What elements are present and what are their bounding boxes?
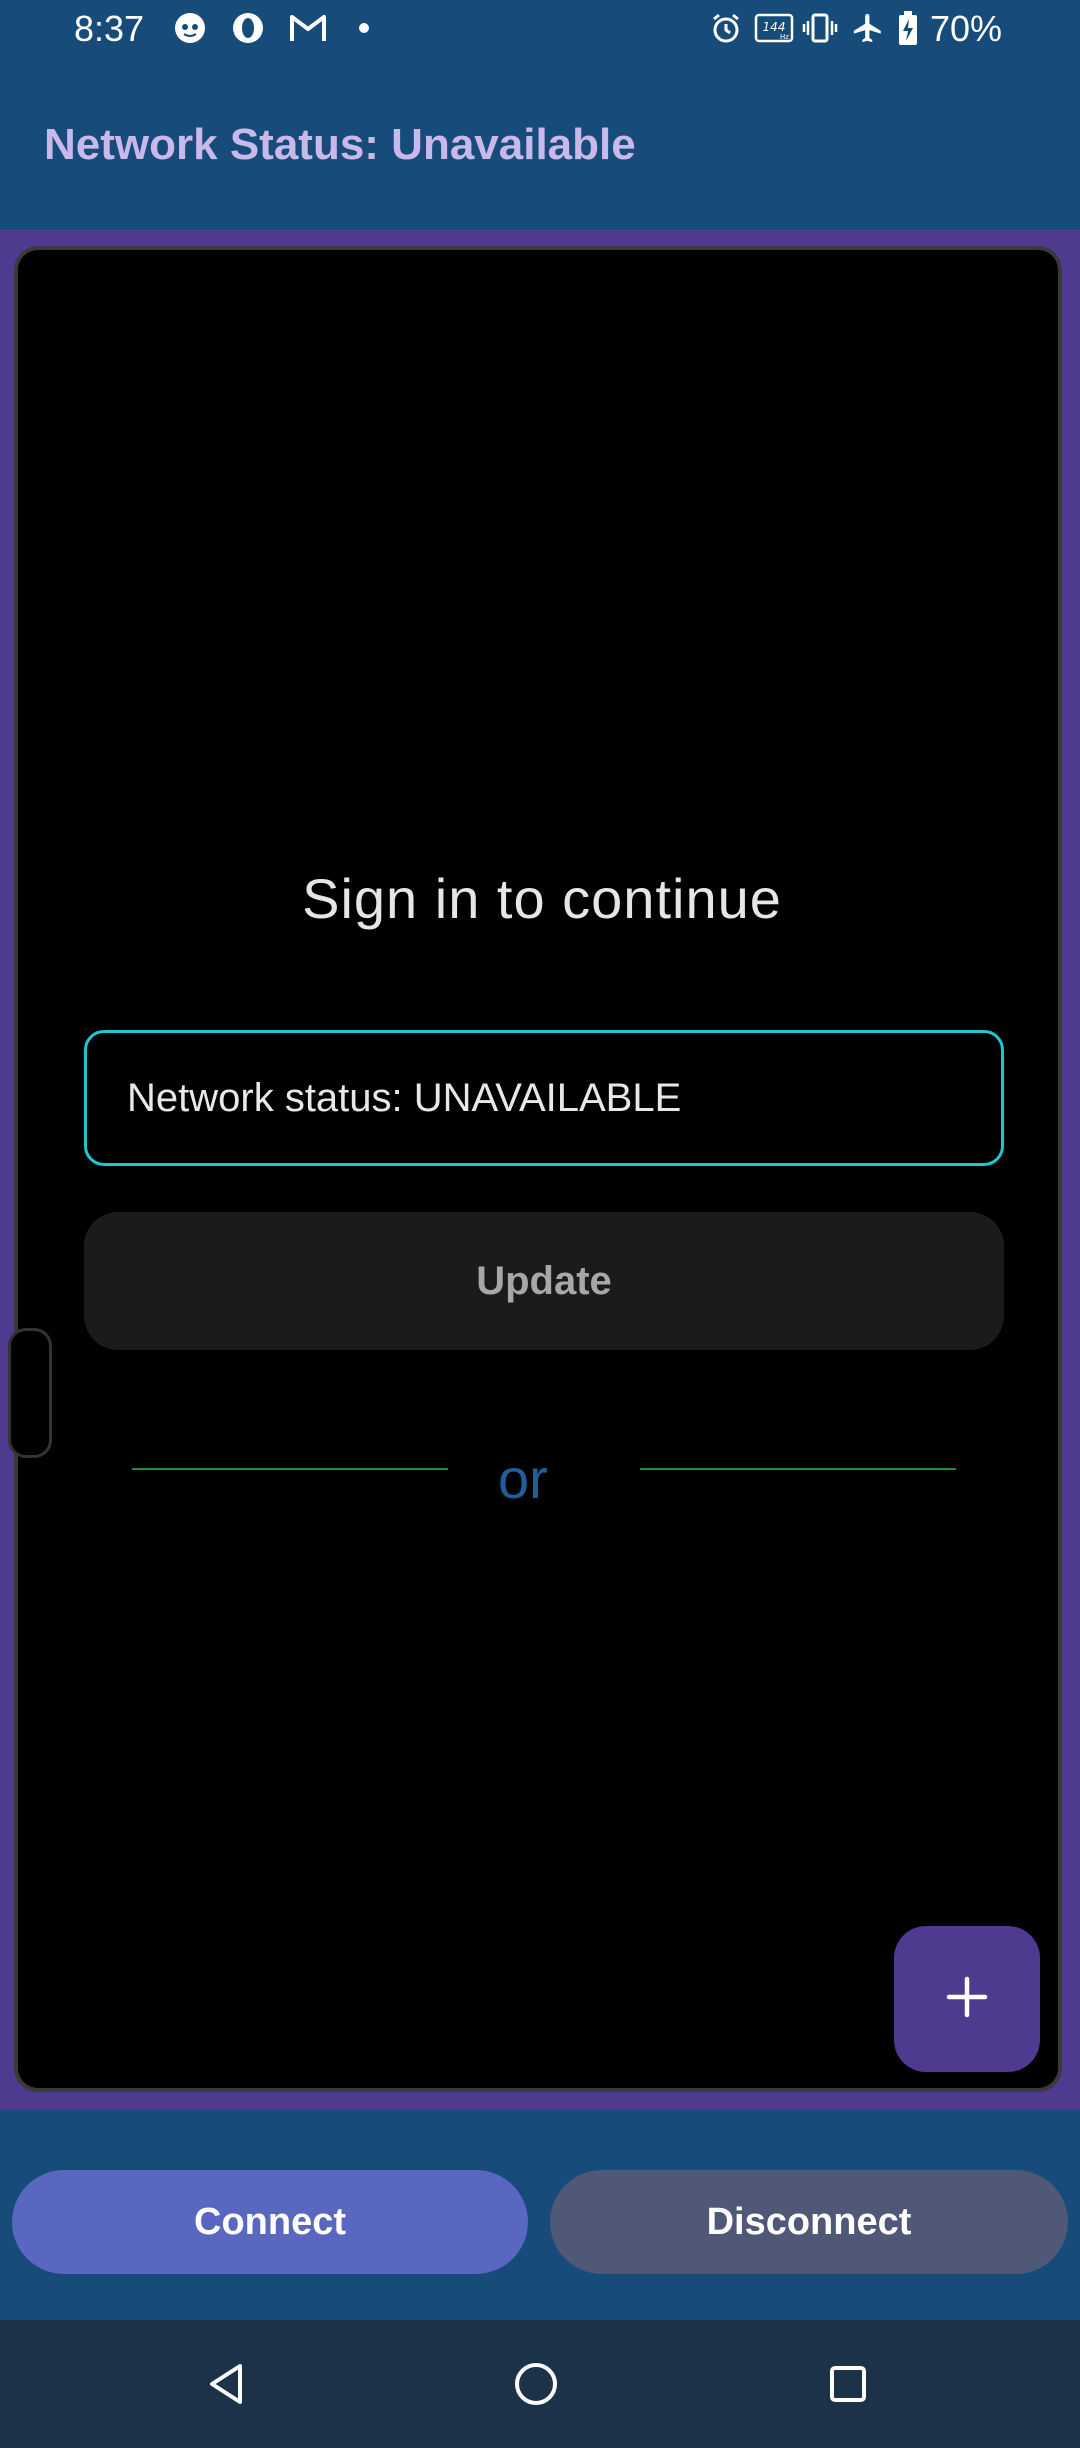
battery-charging-icon (896, 10, 920, 46)
divider-or-text: or (498, 1447, 548, 1510)
status-bar: 8:37 144 Hz 70% (0, 0, 1080, 60)
connect-button[interactable]: Connect (12, 2170, 528, 2274)
sign-in-heading: Sign in to continue (302, 867, 782, 930)
face-notification-icon (172, 10, 208, 46)
back-icon[interactable] (196, 2354, 256, 2414)
airplane-mode-icon (850, 10, 886, 46)
svg-text:144: 144 (763, 20, 786, 34)
battery-percent: 70% (930, 8, 1003, 49)
plus-icon (945, 1975, 989, 2024)
app-bar: Network Status: Unavailable (0, 60, 1080, 230)
gmail-icon (288, 10, 328, 46)
status-time: 8:37 (74, 8, 145, 49)
system-nav-bar (0, 2320, 1080, 2448)
divider-line-right (640, 1468, 956, 1470)
add-fab-button[interactable] (894, 1926, 1040, 2072)
update-button[interactable]: Update (84, 1212, 1004, 1350)
sign-in-card: Sign in to continue Network status: UNAV… (8, 246, 1062, 2092)
dot-icon (356, 10, 372, 46)
opera-icon (230, 10, 266, 46)
disconnect-button[interactable]: Disconnect (550, 2170, 1068, 2274)
content-frame: Sign in to continue Network status: UNAV… (0, 230, 1080, 2110)
svg-text:Hz: Hz (780, 33, 789, 41)
side-drawer-handle[interactable] (8, 1328, 52, 1458)
bottom-action-bar: Connect Disconnect (0, 2110, 1080, 2320)
home-icon[interactable] (506, 2354, 566, 2414)
refresh-rate-144hz-icon: 144 Hz (754, 10, 794, 46)
alarm-icon (708, 10, 744, 46)
recents-icon[interactable] (818, 2354, 878, 2414)
divider-line-left (132, 1468, 448, 1470)
network-status-field[interactable]: Network status: UNAVAILABLE (84, 1030, 1004, 1166)
network-status-value: Network status: UNAVAILABLE (127, 1075, 682, 1120)
page-title: Network Status: Unavailable (44, 120, 636, 169)
vibrate-icon (802, 10, 838, 46)
